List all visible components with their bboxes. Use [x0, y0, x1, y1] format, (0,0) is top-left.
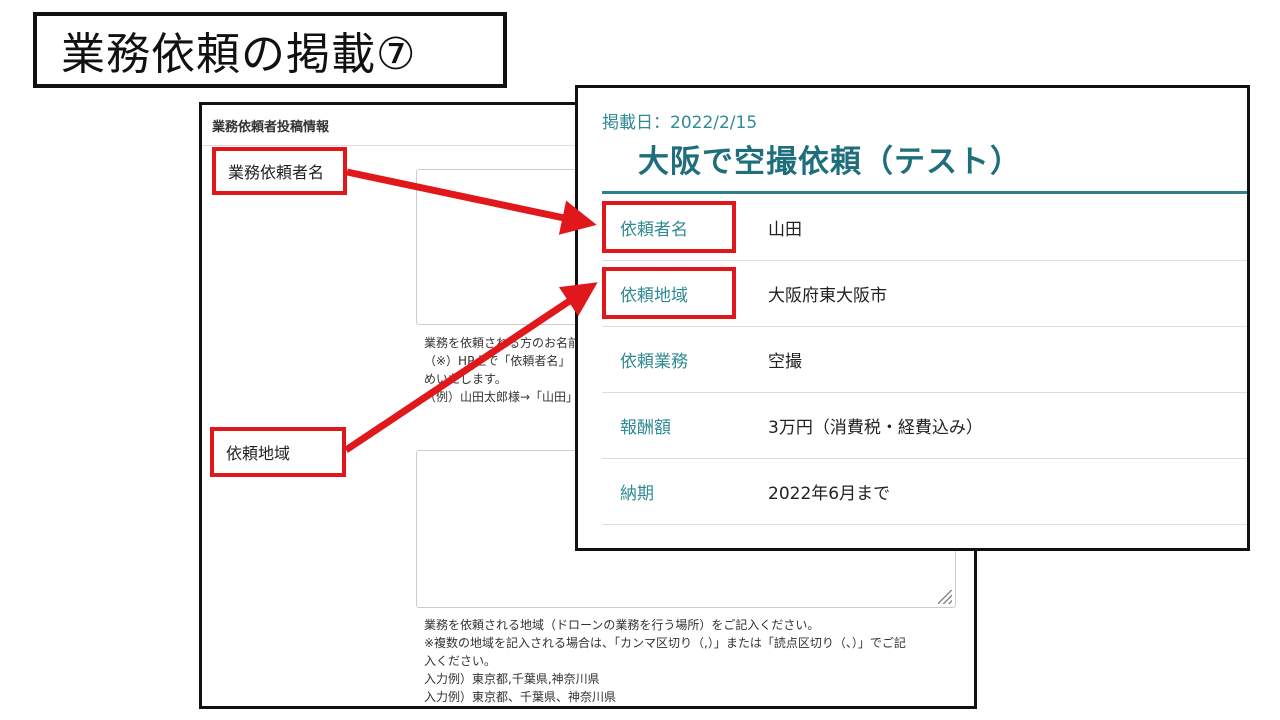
detail-row: 納期 2022年6月まで: [602, 458, 1247, 525]
detail-row: 依頼地域 大阪府東大阪市: [602, 260, 1247, 327]
region-help-line: 入ください。: [424, 654, 497, 668]
region-help-text: 業務を依頼される地域（ドローンの業務を行う場所）をご記入ください。 ※複数の地域…: [424, 616, 906, 706]
detail-key: 納期: [620, 483, 654, 504]
region-help-line: ※複数の地域を記入される場合は、「カンマ区切り（,）」または「読点区切り（、）」…: [424, 636, 906, 650]
detail-value: 2022年6月まで: [768, 483, 891, 504]
publish-date: 掲載日：2022/2/15: [602, 113, 758, 133]
post-title: 大阪で空撮依頼（テスト）: [638, 144, 1022, 180]
requester-help-text: 業務を依頼される方のお名前 （※）HP上で「依頼者名」 めいたします。 （例）山…: [424, 334, 580, 406]
detail-key: 依頼者名: [620, 219, 688, 240]
detail-key: 依頼業務: [620, 351, 688, 372]
detail-key: 報酬額: [620, 417, 671, 438]
requester-help-line: （※）HP上で「依頼者名」: [424, 354, 571, 368]
detail-row: 依頼者名 山田: [602, 194, 1247, 261]
resize-grip-icon[interactable]: [938, 590, 952, 604]
detail-key: 依頼地域: [620, 285, 688, 306]
detail-row: 依頼業務 空撮: [602, 326, 1247, 393]
requester-help-line: 業務を依頼される方のお名前: [424, 336, 581, 350]
detail-value: 大阪府東大阪市: [768, 285, 887, 306]
requester-name-textarea[interactable]: [416, 169, 578, 325]
region-help-line: 入力例）東京都、千葉県、神奈川県: [424, 690, 617, 704]
region-help-line: 入力例）東京都,千葉県,神奈川県: [424, 672, 600, 686]
requester-name-field-label: 業務依頼者名: [212, 147, 347, 195]
requester-help-line: （例）山田太郎様→「山田」: [424, 390, 579, 404]
detail-value: 山田: [768, 219, 802, 240]
detail-value: 空撮: [768, 351, 802, 372]
region-help-line: 業務を依頼される地域（ドローンの業務を行う場所）をご記入ください。: [424, 618, 820, 632]
detail-row: 報酬額 3万円（消費税・経費込み）: [602, 392, 1247, 459]
slide-title: 業務依頼の掲載⑦: [33, 12, 507, 88]
region-field-label: 依頼地域: [210, 427, 346, 477]
detail-value: 3万円（消費税・経費込み）: [768, 417, 983, 438]
published-post-panel: 掲載日：2022/2/15 大阪で空撮依頼（テスト） 依頼者名 山田 依頼地域 …: [575, 85, 1250, 551]
requester-help-line: めいたします。: [424, 372, 507, 386]
